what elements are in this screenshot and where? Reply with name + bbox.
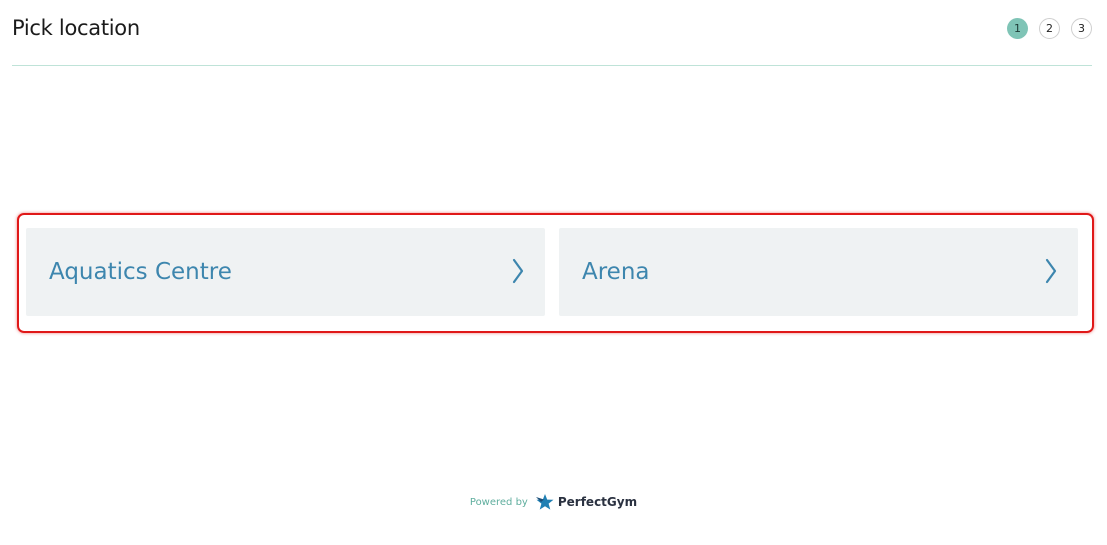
brand-link[interactable]: PerfectGym xyxy=(535,494,638,510)
step-1: 1 xyxy=(1007,18,1028,39)
step-3: 3 xyxy=(1071,18,1092,39)
page-title: Pick location xyxy=(12,16,140,40)
location-label: Arena xyxy=(582,259,650,285)
location-option-aquatics-centre[interactable]: Aquatics Centre xyxy=(26,228,545,316)
step-indicator: 1 2 3 xyxy=(1007,18,1092,39)
perfectgym-logo-icon xyxy=(535,494,554,510)
page: Pick location 1 2 3 Aquatics Centre Aren… xyxy=(0,0,1107,545)
footer: Powered by PerfectGym xyxy=(0,494,1107,510)
step-2: 2 xyxy=(1039,18,1060,39)
brand-name: PerfectGym xyxy=(557,495,638,509)
page-header: Pick location 1 2 3 xyxy=(12,0,1092,66)
chevron-right-icon xyxy=(1045,258,1057,284)
chevron-right-icon xyxy=(512,258,524,284)
powered-by-text: Powered by xyxy=(469,496,528,508)
location-label: Aquatics Centre xyxy=(49,259,232,285)
location-option-arena[interactable]: Arena xyxy=(559,228,1078,316)
